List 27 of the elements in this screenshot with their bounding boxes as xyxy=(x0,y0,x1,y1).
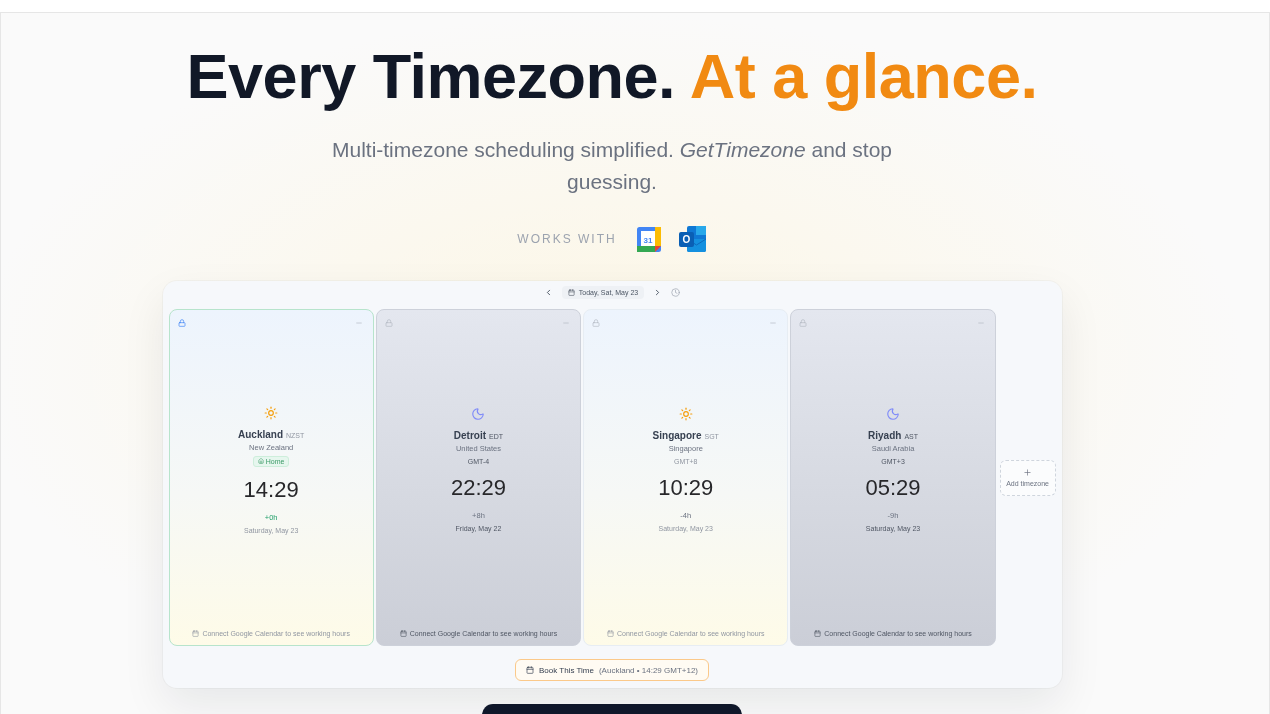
plus-icon xyxy=(1023,468,1033,477)
local-time: 22:29 xyxy=(450,475,506,501)
book-this-time-button[interactable]: Book This Time (Auckland • 14:29 GMT+12) xyxy=(514,659,710,681)
subtitle: Multi-timezone scheduling simplified. GetTimezone and stop guessing. xyxy=(330,137,894,195)
clock-icon[interactable] xyxy=(671,287,681,297)
house-icon xyxy=(257,458,264,464)
local-time: 05:29 xyxy=(865,475,921,501)
lock-icon[interactable] xyxy=(799,319,808,327)
calendar-icon xyxy=(607,630,614,637)
city-name: Detroit xyxy=(453,430,487,441)
headline: Every Timezone. At a glance. xyxy=(186,40,1038,113)
city-name: Riyadh xyxy=(868,430,902,441)
cta-button[interactable] xyxy=(482,704,742,714)
lock-icon[interactable] xyxy=(384,319,393,327)
lock-icon[interactable] xyxy=(177,319,186,327)
works-with-label: WORKS WITH xyxy=(517,232,617,246)
city-name: Singapore xyxy=(652,430,702,441)
calendar-icon xyxy=(814,630,822,637)
calendar-icon xyxy=(567,288,575,296)
calendar-app-icon: 31 xyxy=(636,226,661,252)
calendar-icon xyxy=(192,630,200,637)
city-name: Auckland xyxy=(238,428,283,440)
local-time: 10:29 xyxy=(658,475,714,501)
calendar-icon xyxy=(399,630,407,637)
local-time: 14:29 xyxy=(243,476,299,503)
lock-icon[interactable] xyxy=(592,319,601,327)
calendar-icon xyxy=(525,666,534,674)
